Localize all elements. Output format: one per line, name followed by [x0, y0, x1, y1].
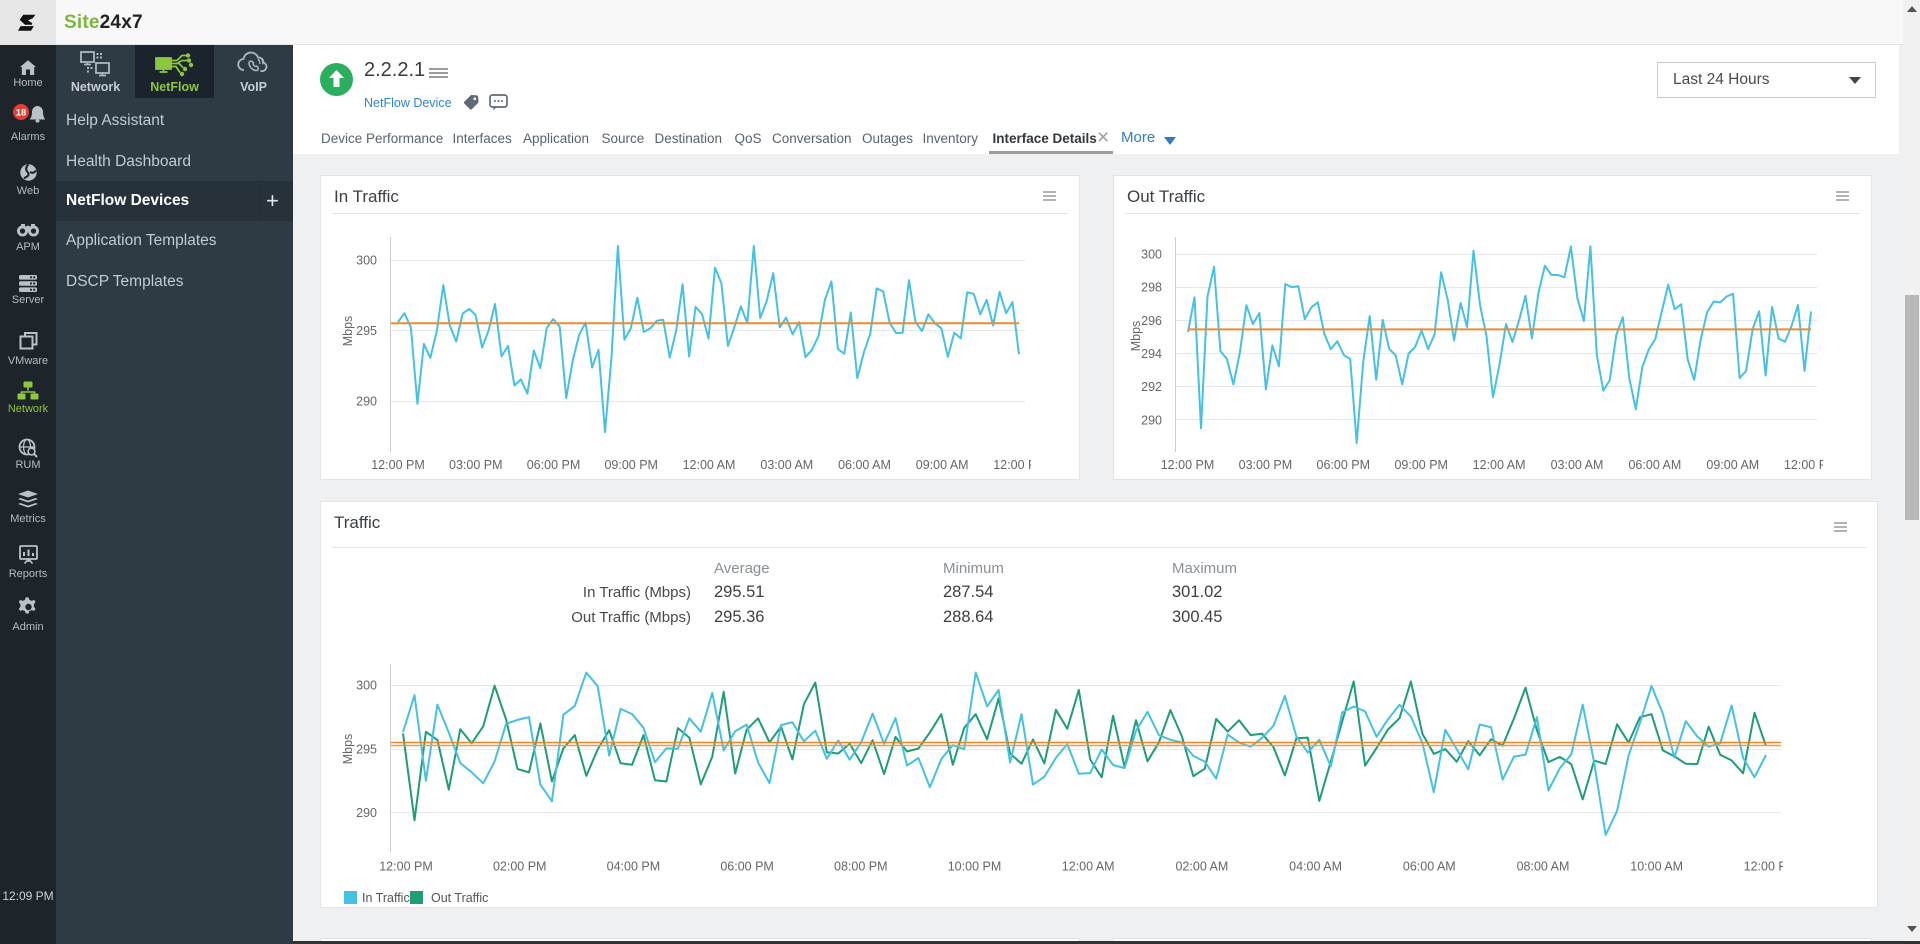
svg-text:18: 18	[16, 108, 27, 119]
